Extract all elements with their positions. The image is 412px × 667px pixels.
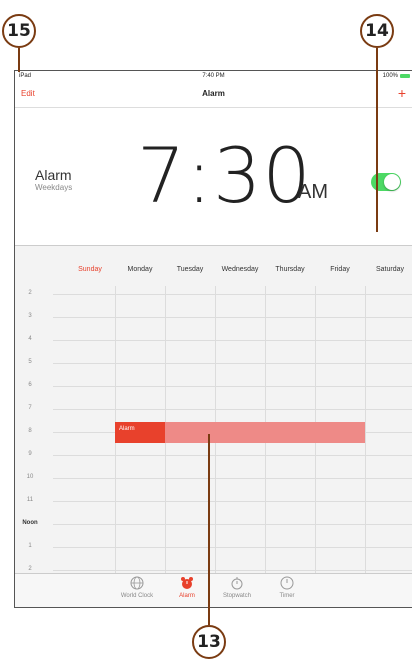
hour-label: 1 — [28, 543, 32, 549]
hour-label: 10 — [26, 474, 34, 480]
callout-14-leader — [376, 48, 378, 232]
timer-icon — [257, 576, 317, 590]
tab-bar: World Clock Alarm Stopwatch Timer — [15, 573, 412, 607]
day-header-thursday: Thursday — [275, 266, 305, 273]
day-header-wednesday: Wednesday — [221, 266, 259, 273]
hour-gridline — [53, 570, 412, 571]
hour-label: 2 — [28, 290, 32, 296]
callout-15-leader — [18, 48, 20, 72]
day-divider — [365, 286, 366, 576]
tab-timer[interactable]: Timer — [257, 576, 317, 599]
alarm-ampm: AM — [298, 181, 328, 203]
alarm-label: Alarm — [35, 167, 72, 183]
alarm-event-label: Alarm — [119, 426, 135, 432]
callout-13: 13 — [192, 625, 226, 659]
hour-label: 11 — [26, 497, 34, 503]
day-header-sunday: Sunday — [78, 266, 102, 273]
battery-percent: 100% — [382, 73, 398, 79]
hour-gridline — [53, 409, 412, 410]
day-header-saturday: Saturday — [375, 266, 405, 273]
hour-gridline — [53, 294, 412, 295]
hour-gridline — [53, 524, 412, 525]
day-header-monday: Monday — [127, 266, 153, 273]
callout-13-leader — [208, 434, 210, 625]
hour-gridline — [53, 547, 412, 548]
hour-label: 2 — [28, 566, 32, 572]
alarm-event-monday[interactable]: Alarm — [115, 422, 165, 443]
day-header-tuesday: Tuesday — [176, 266, 204, 273]
alarm-repeat: Weekdays — [35, 183, 73, 192]
page-title: Alarm — [202, 89, 225, 98]
navigation-bar: Edit Alarm + — [15, 83, 412, 108]
tab-label: Timer — [279, 593, 295, 599]
battery-icon — [400, 74, 410, 78]
hour-label: 5 — [28, 359, 32, 365]
hour-gridline — [53, 340, 412, 341]
hour-label: 4 — [28, 336, 32, 342]
hour-label: 8 — [28, 428, 32, 434]
hour-gridline — [53, 501, 412, 502]
hour-label: 7 — [28, 405, 32, 411]
callout-15: 15 — [2, 14, 36, 48]
toggle-knob — [384, 174, 400, 190]
add-alarm-button[interactable]: + — [398, 85, 406, 101]
alarm-time: 7:30 — [137, 131, 312, 220]
status-bar: iPad 7:40 PM 100% — [15, 71, 412, 81]
hour-label: Noon — [22, 520, 38, 526]
hour-label: 3 — [28, 313, 32, 319]
hour-gridline — [53, 386, 412, 387]
hour-gridline — [53, 317, 412, 318]
status-time: 7:40 PM — [202, 73, 225, 79]
alarm-event-weekdays[interactable] — [165, 422, 365, 443]
day-header-friday: Friday — [330, 266, 350, 273]
callout-14: 14 — [360, 14, 394, 48]
ipad-screen: iPad 7:40 PM 100% Edit Alarm + Alarm Wee… — [14, 70, 412, 608]
hour-gridline — [53, 478, 412, 479]
hour-gridline — [53, 363, 412, 364]
hour-label: 6 — [28, 382, 32, 388]
hour-label: 9 — [28, 451, 32, 457]
alarm-row[interactable]: Alarm Weekdays 7:30 AM — [15, 111, 412, 246]
hour-gridline — [53, 455, 412, 456]
week-view: Sunday Monday Tuesday Wednesday Thursday Frid… — [15, 246, 412, 576]
